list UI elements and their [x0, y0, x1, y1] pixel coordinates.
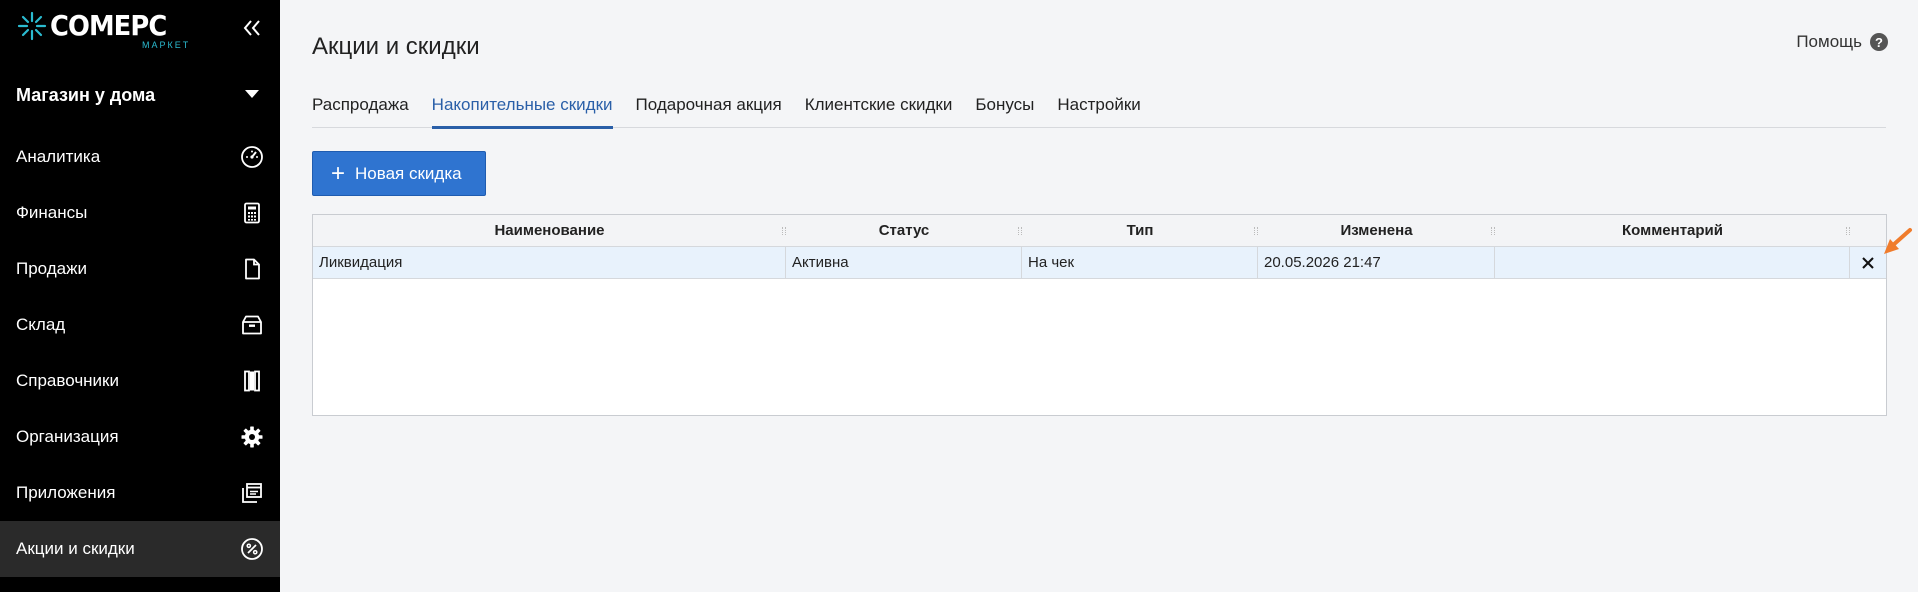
new-discount-label: Новая скидка — [355, 163, 462, 183]
logo[interactable]: COMEPC МАРКЕТ — [16, 10, 190, 56]
calculator-icon — [244, 202, 260, 224]
new-discount-button[interactable]: + Новая скидка — [312, 151, 486, 196]
document-icon — [245, 258, 260, 280]
question-icon: ? — [1870, 33, 1888, 51]
sidebar-item-label: Продажи — [16, 259, 87, 278]
store-selector[interactable]: Магазин у дома — [0, 74, 280, 116]
sidebar-item-label: Склад — [16, 315, 66, 334]
tab-gift-promo[interactable]: Подарочная акция — [636, 92, 782, 128]
sidebar-item-label: Справочники — [16, 371, 119, 390]
column-header-type[interactable]: Тип — [1022, 215, 1258, 246]
sidebar-item-references[interactable]: Справочники — [0, 353, 280, 409]
sidebar-item-label: Финансы — [16, 203, 88, 222]
sidebar-item-warehouse[interactable]: Склад — [0, 297, 280, 353]
sidebar-item-organization[interactable]: Организация — [0, 409, 280, 465]
column-header-changed[interactable]: Изменена — [1258, 215, 1495, 246]
plus-icon: + — [331, 159, 346, 187]
books-icon — [244, 370, 260, 392]
cell-comment — [1495, 247, 1850, 278]
gear-icon — [241, 426, 263, 448]
delete-row-button[interactable] — [1850, 247, 1886, 278]
column-header-name[interactable]: Наименование — [313, 215, 786, 246]
column-header-actions — [1850, 215, 1886, 246]
logo-star-icon — [17, 11, 47, 41]
column-header-status[interactable]: Статус — [786, 215, 1022, 246]
sidebar-item-promotions[interactable]: Акции и скидки — [0, 521, 280, 577]
caret-down-icon — [245, 90, 259, 98]
table-row[interactable]: Ликвидация Активна На чек 20.05.2026 21:… — [313, 247, 1886, 279]
tab-bonuses[interactable]: Бонусы — [975, 92, 1034, 128]
discounts-table: Наименование Статус Тип Изменена Коммент… — [312, 214, 1887, 416]
logo-title: COMEPC — [50, 9, 167, 42]
sidebar-item-sales[interactable]: Продажи — [0, 241, 280, 297]
sidebar-item-finance[interactable]: Финансы — [0, 185, 280, 241]
sidebar-item-apps[interactable]: Приложения — [0, 465, 280, 521]
tab-cumulative-discounts[interactable]: Накопительные скидки — [431, 92, 613, 129]
box-icon — [242, 315, 262, 335]
help-label: Помощь — [1796, 32, 1862, 51]
double-chevron-left-icon — [243, 20, 260, 36]
cell-type: На чек — [1022, 247, 1258, 278]
cell-status: Активна — [786, 247, 1022, 278]
tab-sale[interactable]: Распродажа — [312, 92, 409, 128]
collapse-sidebar-button[interactable] — [238, 14, 266, 42]
speedometer-icon — [241, 146, 263, 168]
sidebar: COMEPC МАРКЕТ Магазин у дома Аналитика Ф… — [0, 0, 280, 592]
tab-settings[interactable]: Настройки — [1057, 92, 1140, 128]
column-header-comment[interactable]: Комментарий — [1495, 215, 1850, 246]
sidebar-item-label: Аналитика — [16, 147, 101, 166]
tabs: Распродажа Накопительные скидки Подарочн… — [312, 92, 1886, 129]
main-content: Акции и скидки Помощь ? Распродажа Накоп… — [280, 0, 1918, 592]
table-header: Наименование Статус Тип Изменена Коммент… — [313, 215, 1886, 247]
percent-icon — [241, 538, 263, 560]
help-link[interactable]: Помощь ? — [1796, 32, 1888, 52]
tab-client-discounts[interactable]: Клиентские скидки — [805, 92, 953, 128]
sidebar-item-analytics[interactable]: Аналитика — [0, 129, 280, 185]
close-icon — [1862, 256, 1874, 269]
cell-name: Ликвидация — [313, 247, 786, 278]
sidebar-item-label: Приложения — [16, 483, 116, 502]
sidebar-nav: Аналитика Финансы Продажи Склад Справочн… — [0, 129, 280, 577]
cell-changed: 20.05.2026 21:47 — [1258, 247, 1495, 278]
sidebar-item-label: Акции и скидки — [16, 539, 135, 558]
windows-icon — [242, 483, 262, 503]
store-name: Магазин у дома — [16, 84, 156, 105]
sidebar-item-label: Организация — [16, 427, 119, 446]
page-title: Акции и скидки — [312, 33, 480, 60]
